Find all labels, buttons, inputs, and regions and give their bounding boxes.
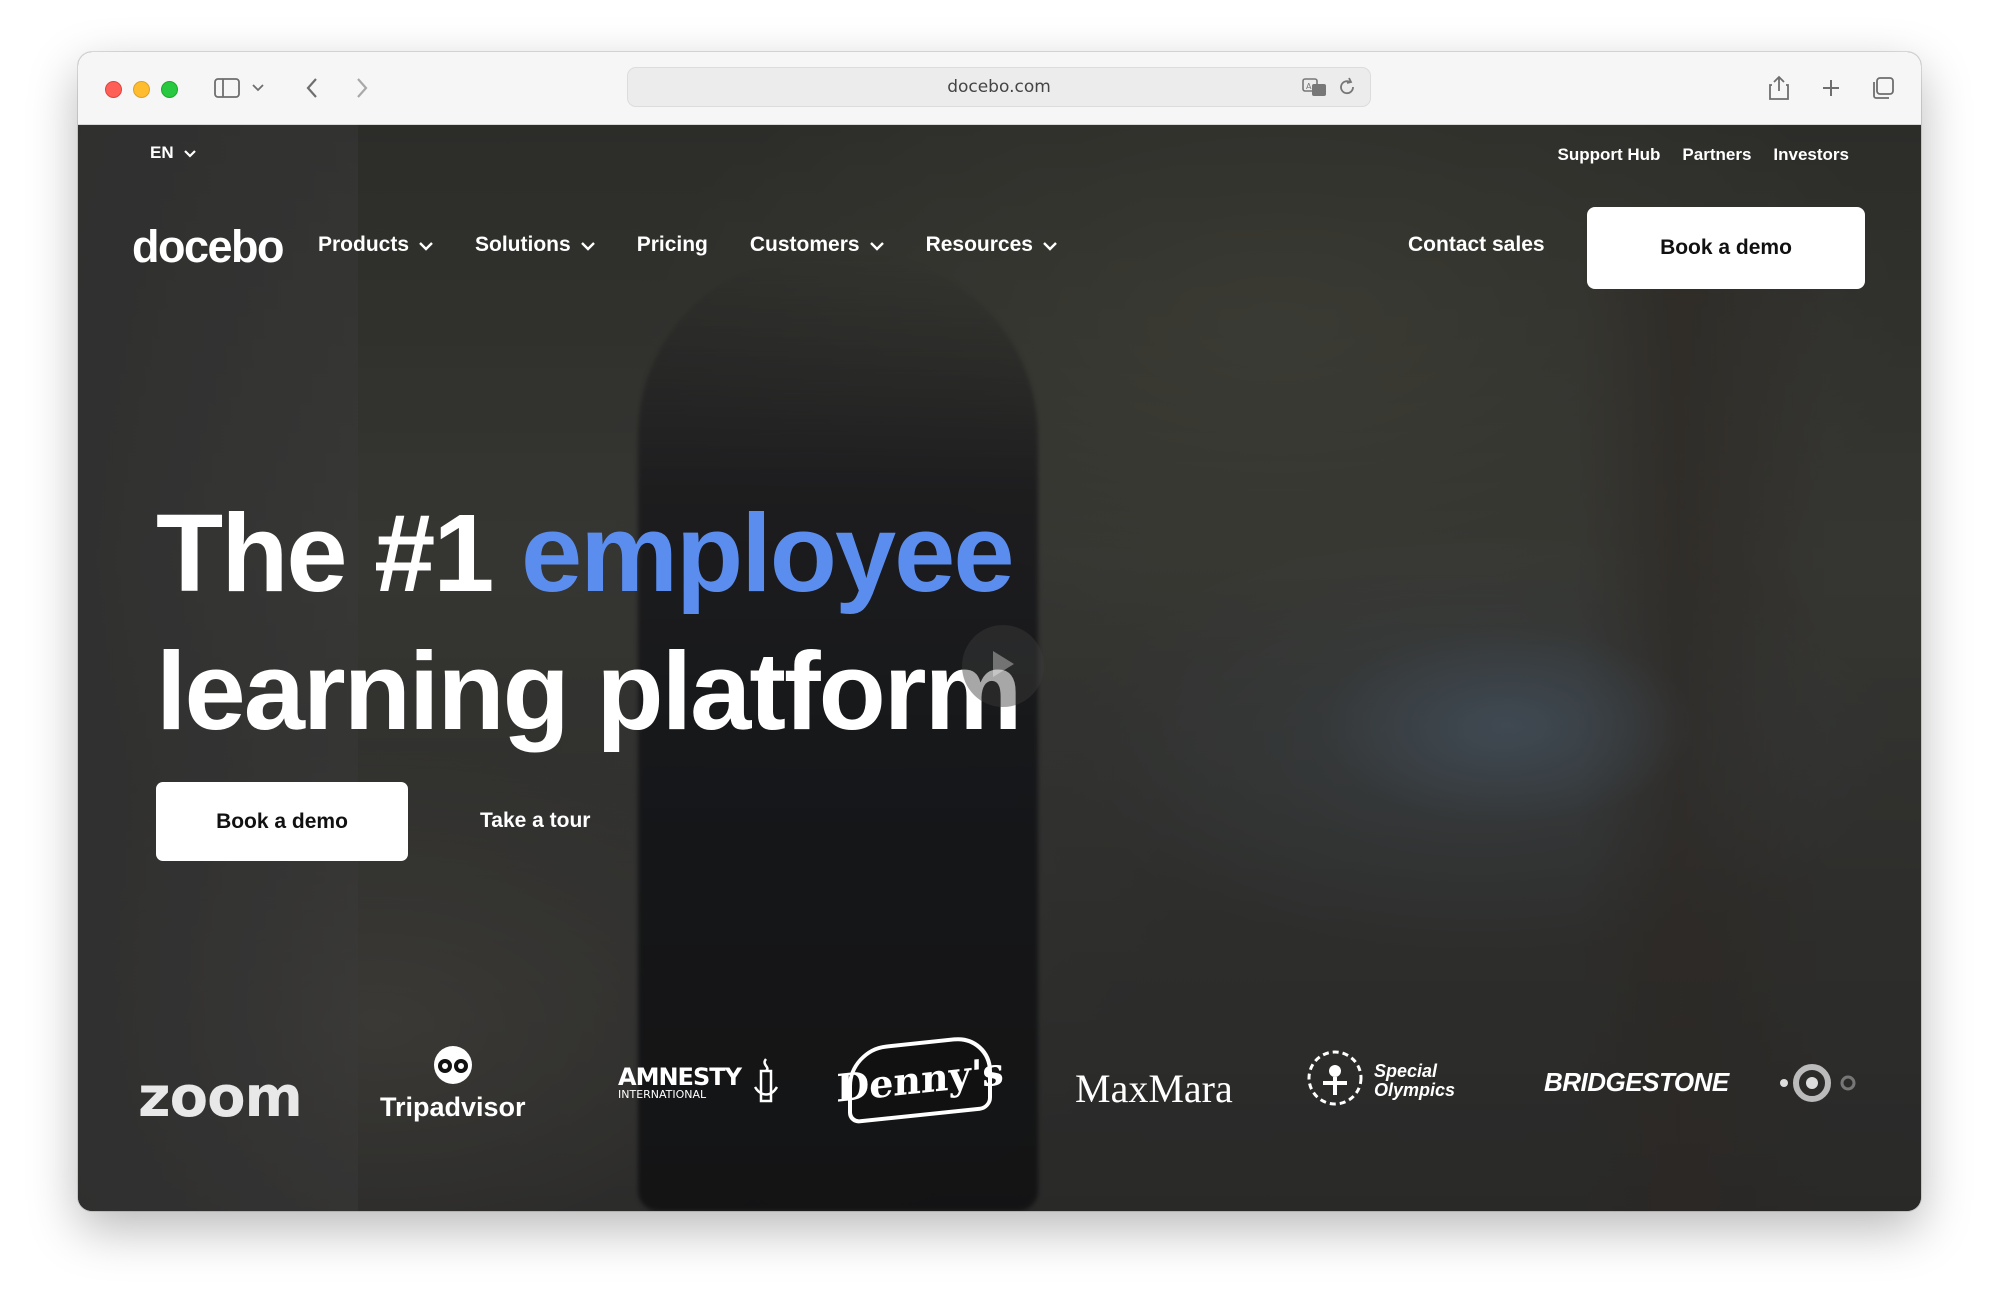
utility-links: Support Hub Partners Investors	[1558, 145, 1850, 165]
svg-text:A: A	[1306, 82, 1312, 91]
new-tab-icon[interactable]	[1817, 70, 1845, 106]
sidebar-toggle-icon[interactable]	[212, 70, 242, 106]
play-icon	[990, 649, 1016, 684]
browser-toolbar: docebo.com A	[78, 52, 1921, 125]
chevron-down-icon	[1043, 233, 1057, 257]
tripadvisor-logo: Tripadvisor	[380, 1045, 526, 1123]
special-olympics-emblem-icon	[1306, 1049, 1364, 1112]
zoom-logo: zoom	[138, 1065, 303, 1130]
investors-link[interactable]: Investors	[1773, 145, 1849, 165]
nav-item-customers[interactable]: Customers	[750, 233, 884, 257]
nav-item-label: Solutions	[475, 233, 571, 256]
docebo-logo[interactable]: docebo	[132, 221, 285, 273]
maxmara-logo: MaxMara	[1075, 1066, 1233, 1111]
hero-title-part1: The #1	[156, 492, 522, 615]
nav-item-solutions[interactable]: Solutions	[475, 233, 595, 257]
circle-logo-icon	[1778, 1063, 1868, 1108]
language-selector[interactable]: EN	[150, 143, 196, 163]
play-video-button[interactable]	[962, 625, 1044, 707]
book-demo-button-hero[interactable]: Book a demo	[156, 782, 408, 861]
chevron-down-icon[interactable]	[250, 70, 266, 106]
docebo-homepage: EN Support Hub Partners Investors docebo…	[78, 125, 1921, 1211]
back-arrow-icon[interactable]	[300, 70, 324, 106]
chevron-down-icon	[183, 143, 196, 163]
nav-item-label: Products	[318, 233, 410, 256]
url-text: docebo.com	[947, 77, 1051, 97]
candle-icon	[751, 1057, 781, 1114]
forward-arrow-icon[interactable]	[350, 70, 374, 106]
chevron-down-icon	[419, 233, 433, 257]
special-wordmark: Special	[1374, 1060, 1438, 1081]
customer-logos-strip: zoom Tripadvisor AMNESTY INTERNATIONAL D…	[78, 1033, 1921, 1155]
partners-link[interactable]: Partners	[1682, 145, 1751, 165]
language-label: EN	[150, 143, 174, 162]
zoom-window-button[interactable]	[161, 81, 178, 98]
nav-item-label: Resources	[925, 233, 1033, 256]
olympics-wordmark: Olympics	[1374, 1079, 1456, 1100]
hero-title-accent: employee	[521, 492, 1014, 615]
amnesty-wordmark: AMNESTY	[618, 1062, 742, 1091]
chevron-down-icon	[580, 233, 595, 257]
nav-item-resources[interactable]: Resources	[926, 233, 1057, 257]
partial-logo	[1778, 1063, 1868, 1108]
main-nav: Products Solutions Pricing Customers Res…	[318, 233, 1057, 257]
reload-icon[interactable]	[1338, 77, 1356, 102]
book-demo-button-header[interactable]: Book a demo	[1587, 207, 1865, 289]
owl-icon	[431, 1045, 475, 1092]
tab-overview-icon[interactable]	[1868, 70, 1898, 106]
nav-item-label: Customers	[749, 233, 860, 256]
nav-item-pricing[interactable]: Pricing	[637, 233, 708, 257]
take-tour-link[interactable]: Take a tour	[480, 809, 590, 833]
contact-sales-link[interactable]: Contact sales	[1408, 233, 1545, 257]
address-bar[interactable]: docebo.com A	[627, 67, 1371, 107]
nav-item-products[interactable]: Products	[318, 233, 433, 257]
share-icon[interactable]	[1765, 70, 1793, 106]
special-olympics-logo: Special Olympics	[1306, 1049, 1455, 1112]
amnesty-logo: AMNESTY INTERNATIONAL	[618, 1057, 781, 1114]
minimize-window-button[interactable]	[133, 81, 150, 98]
browser-window: docebo.com A EN Support Hub Partners Inv…	[78, 52, 1921, 1211]
close-window-button[interactable]	[105, 81, 122, 98]
tripadvisor-wordmark: Tripadvisor	[380, 1092, 526, 1122]
chevron-down-icon	[869, 233, 884, 257]
amnesty-subtext: INTERNATIONAL	[618, 1087, 707, 1101]
bridgestone-logo: BRIDGESTONE	[1544, 1067, 1729, 1097]
dennys-logo: Denny's	[836, 1033, 1004, 1125]
nav-item-label: Pricing	[636, 233, 708, 256]
translate-icon[interactable]: A	[1302, 77, 1328, 102]
hero-title-line2: learning platform	[156, 630, 1022, 753]
hero-title: The #1 employee learning platform	[156, 485, 1022, 761]
support-hub-link[interactable]: Support Hub	[1558, 145, 1661, 165]
